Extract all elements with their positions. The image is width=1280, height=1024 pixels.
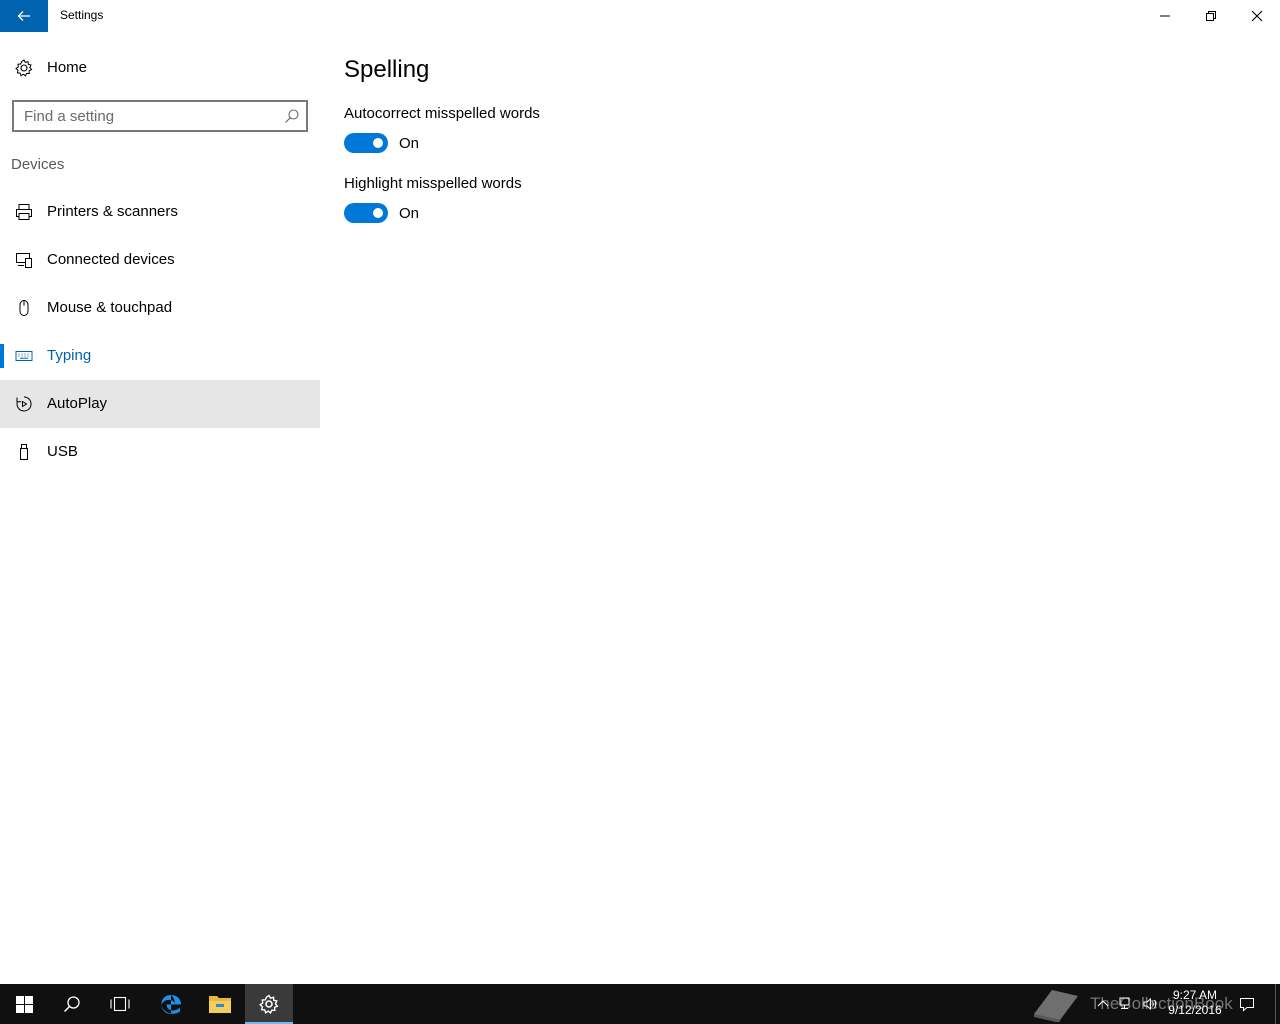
back-button[interactable]: [0, 0, 48, 32]
title-bar: Settings: [0, 0, 1280, 32]
volume-icon[interactable]: [1142, 996, 1158, 1012]
show-desktop-button[interactable]: [1275, 984, 1276, 1024]
search-icon: [63, 996, 80, 1013]
sidebar-item-label: Printers & scanners: [47, 203, 178, 220]
network-icon[interactable]: [1118, 996, 1134, 1012]
sidebar-item-autoplay[interactable]: AutoPlay: [0, 380, 320, 428]
sidebar-item-printers[interactable]: Printers & scanners: [0, 188, 320, 236]
taskbar-search-button[interactable]: [48, 984, 96, 1024]
clock[interactable]: 9:27 AM 9/12/2016: [1160, 988, 1230, 1018]
settings-gear-icon: [259, 994, 279, 1014]
autocorrect-state: On: [399, 135, 420, 152]
settings-taskbar-button[interactable]: [245, 984, 293, 1024]
sidebar-item-label: Typing: [47, 347, 92, 364]
sidebar-item-usb[interactable]: USB: [0, 428, 320, 476]
highlight-state: On: [399, 205, 420, 222]
section-heading: Devices: [11, 156, 65, 173]
taskbar: TheCollectionBook 9:27 AM 9/12/2016: [0, 984, 1280, 1024]
connected-devices-icon: [16, 253, 32, 268]
action-center-icon[interactable]: [1239, 996, 1255, 1012]
toggle-knob: [373, 208, 383, 218]
task-view-icon: [110, 996, 130, 1012]
search-icon[interactable]: [284, 108, 300, 124]
clock-time: 9:27 AM: [1172, 988, 1218, 1002]
autocorrect-toggle[interactable]: [344, 133, 388, 153]
selection-indicator: [0, 344, 4, 368]
sidebar-item-label: USB: [47, 443, 78, 460]
sidebar-item-label: Connected devices: [47, 251, 175, 268]
autoplay-icon: [16, 396, 32, 412]
highlight-label: Highlight misspelled words: [344, 175, 522, 192]
toggle-knob: [373, 138, 383, 148]
minimize-icon: [1160, 15, 1170, 17]
chevron-up-icon[interactable]: [1095, 996, 1111, 1012]
search-box[interactable]: [12, 100, 308, 132]
usb-icon: [20, 444, 28, 460]
sidebar: Home Devices Printers & scanners Connect…: [0, 32, 320, 984]
sidebar-item-typing[interactable]: Typing: [0, 332, 320, 380]
start-button[interactable]: [0, 984, 48, 1024]
windows-start-icon: [15, 995, 33, 1013]
edge-browser-button[interactable]: [147, 984, 195, 1024]
keyboard-icon: [15, 351, 33, 361]
restore-icon: [1206, 11, 1216, 21]
back-arrow-icon: [17, 11, 30, 21]
highlight-toggle[interactable]: [344, 203, 388, 223]
edge-browser-icon: [161, 995, 181, 1014]
window-title: Settings: [60, 8, 104, 22]
book-icon: [1034, 990, 1078, 1022]
mouse-icon: [19, 300, 29, 316]
file-explorer-button[interactable]: [196, 984, 244, 1024]
gear-icon: [15, 59, 33, 77]
restore-button[interactable]: [1188, 0, 1234, 32]
sidebar-item-home[interactable]: Home: [0, 44, 320, 92]
sidebar-item-label: AutoPlay: [47, 395, 108, 412]
file-explorer-icon: [209, 996, 231, 1013]
search-input[interactable]: [14, 102, 274, 130]
task-view-button[interactable]: [96, 984, 144, 1024]
autocorrect-label: Autocorrect misspelled words: [344, 105, 540, 122]
close-button[interactable]: [1234, 0, 1280, 32]
printer-icon: [16, 204, 32, 220]
sidebar-item-mouse[interactable]: Mouse & touchpad: [0, 284, 320, 332]
sidebar-item-connected-devices[interactable]: Connected devices: [0, 236, 320, 284]
page-title: Spelling: [344, 56, 430, 83]
close-icon: [1251, 10, 1263, 22]
clock-date: 9/12/2016: [1168, 1003, 1222, 1017]
sidebar-item-label: Home: [47, 59, 88, 76]
minimize-button[interactable]: [1142, 0, 1188, 32]
sidebar-item-label: Mouse & touchpad: [47, 299, 173, 316]
